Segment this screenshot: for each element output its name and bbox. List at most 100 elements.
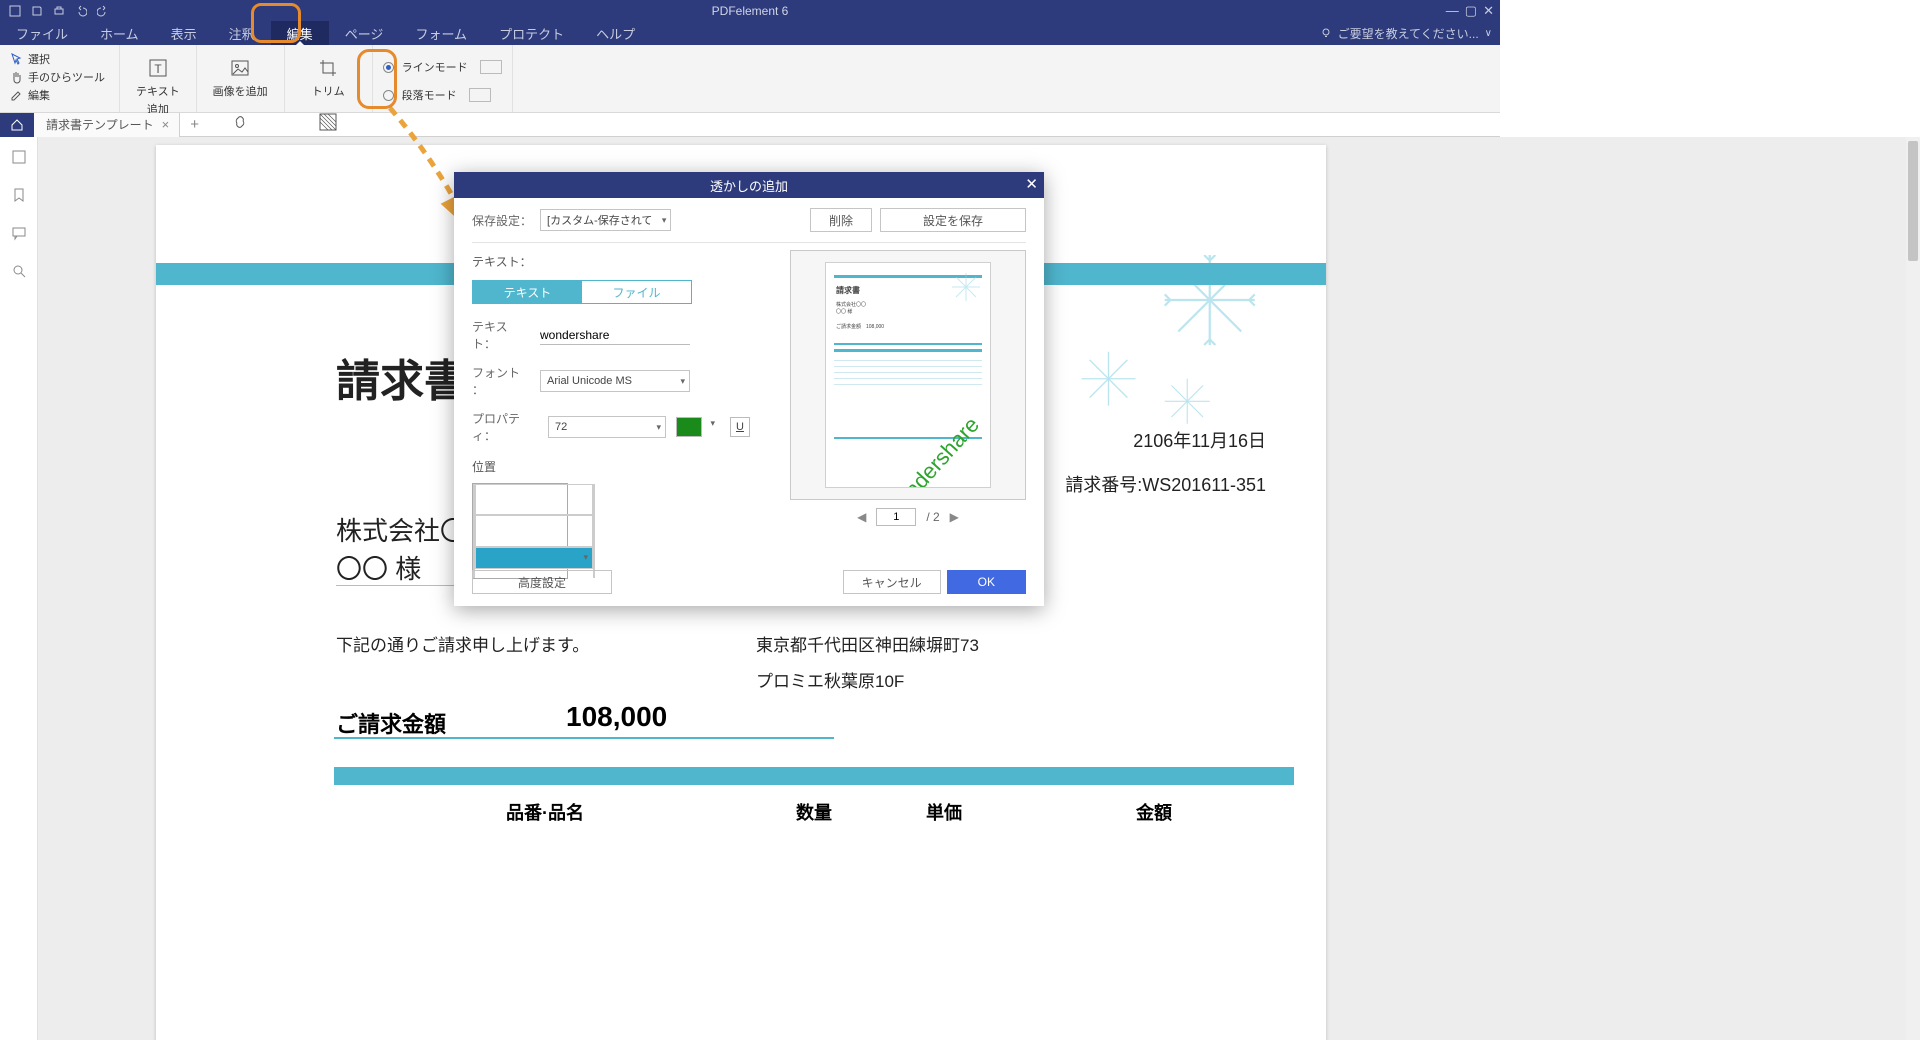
tab-file[interactable]: ファイル — [582, 281, 691, 303]
watermark-icon — [315, 109, 341, 135]
doc-address-1: 東京都千代田区神田練塀町73 — [756, 631, 979, 656]
quick-access — [0, 4, 118, 18]
underline-toggle[interactable]: U — [730, 417, 750, 437]
save-settings-button[interactable]: 設定を保存 — [880, 208, 1026, 232]
hand-icon — [10, 70, 24, 84]
th-qty: 数量 — [796, 799, 832, 825]
menu-page[interactable]: ページ — [329, 21, 400, 45]
doc-date: 2106年11月16日 — [1133, 427, 1266, 453]
dialog-titlebar: 透かしの追加 ✕ — [454, 172, 1044, 198]
tab-text[interactable]: テキスト — [473, 281, 582, 303]
save-settings-combo[interactable]: [カスタム-保存されて — [540, 209, 671, 231]
th-item: 品番·品名 — [506, 799, 584, 825]
feedback-link[interactable]: ご要望を教えてください... ∨ — [1320, 25, 1492, 42]
font-size-combo[interactable]: 72 — [548, 416, 666, 438]
tool-select[interactable]: 選択 — [10, 51, 109, 67]
tool-text-add[interactable]: T テキスト追加 — [130, 51, 186, 121]
edit-icon — [10, 88, 24, 102]
dialog-title: 透かしの追加 — [710, 176, 788, 195]
pos-tr[interactable] — [593, 484, 595, 515]
preview-snow-icon — [946, 269, 986, 305]
cancel-button[interactable]: キャンセル — [843, 570, 941, 594]
delete-button[interactable]: 削除 — [810, 208, 872, 232]
bulb-icon — [1320, 27, 1332, 39]
font-combo[interactable]: Arial Unicode MS — [540, 370, 690, 392]
svg-text:T: T — [154, 62, 162, 76]
property-label: プロパティ： — [472, 410, 538, 444]
pager: ◀ / 2 ▶ — [790, 508, 1026, 526]
menu-file[interactable]: ファイル — [0, 21, 84, 45]
menu-annotate[interactable]: 注釈 — [213, 21, 271, 45]
image-icon — [227, 55, 253, 81]
close-tab-icon[interactable]: × — [162, 117, 170, 132]
tool-image-add[interactable]: 画像を追加 — [207, 51, 274, 103]
scrollbar-thumb[interactable] — [1908, 141, 1918, 261]
ok-button[interactable]: OK — [947, 570, 1026, 594]
minimize-icon[interactable]: — — [1446, 3, 1459, 19]
radio-icon — [383, 90, 394, 101]
tool-edit[interactable]: 編集 — [10, 87, 109, 103]
color-swatch[interactable] — [676, 417, 702, 437]
undo-icon[interactable] — [74, 4, 88, 18]
text-icon: T — [145, 55, 171, 81]
scrollbar-vertical[interactable] — [1906, 137, 1920, 1040]
prev-page-icon[interactable]: ◀ — [857, 510, 866, 524]
save-icon[interactable] — [30, 4, 44, 18]
menu-edit[interactable]: 編集 — [271, 21, 329, 45]
tool-trim[interactable]: トリム — [295, 51, 362, 103]
bookmark-icon[interactable] — [11, 187, 27, 203]
app-icon — [8, 4, 22, 18]
next-page-icon[interactable]: ▶ — [950, 510, 959, 524]
menu-help[interactable]: ヘルプ — [580, 21, 651, 45]
font-label: フォント ： — [472, 364, 530, 398]
doc-table-bar — [334, 767, 1294, 785]
app-title: PDFelement 6 — [712, 4, 789, 18]
underline — [334, 737, 834, 739]
add-watermark-dialog: 透かしの追加 ✕ 保存設定： [カスタム-保存されて 削除 設定を保存 テキスト… — [454, 172, 1044, 606]
ribbon: 選択 手のひらツール 編集 T テキスト追加 画像を追加 リンク トリム 透かし… — [0, 45, 1500, 113]
position-grid[interactable] — [472, 483, 568, 579]
new-tab[interactable]: + — [180, 116, 209, 133]
home-tab[interactable] — [0, 113, 34, 137]
preview-watermark: wondershare — [880, 412, 984, 488]
window-controls: — ▢ ✕ — [1446, 3, 1494, 19]
menu-protect[interactable]: プロテクト — [483, 21, 580, 45]
pos-bc[interactable] — [475, 547, 593, 569]
chevron-down-icon[interactable]: ∨ — [1485, 28, 1492, 39]
mode-paragraph[interactable]: 段落モード — [383, 87, 502, 103]
search-panel-icon[interactable] — [11, 263, 27, 279]
redo-icon[interactable] — [96, 4, 110, 18]
position-label: 位置 — [472, 458, 762, 475]
th-price: 単価 — [926, 799, 962, 825]
menu-home[interactable]: ホーム — [84, 21, 155, 45]
preview-page: 請求書 株式会社〇〇 〇〇 様 ご請求金額 108,000 — [825, 262, 991, 488]
doc-title: 請求書 — [336, 345, 468, 409]
pos-tc[interactable] — [475, 484, 593, 515]
print-icon[interactable] — [52, 4, 66, 18]
sidebar — [0, 137, 38, 1040]
radio-icon — [383, 62, 394, 73]
menu-view[interactable]: 表示 — [155, 21, 213, 45]
thumbnail-icon[interactable] — [11, 149, 27, 165]
doc-note: 下記の通りご請求申し上げます。 — [336, 631, 589, 656]
menubar: ファイル ホーム 表示 注釈 編集 ページ フォーム プロテクト ヘルプ ご要望… — [0, 21, 1500, 45]
doc-number: 請求番号:WS201611-351 — [1065, 471, 1266, 497]
dialog-close-icon[interactable]: ✕ — [1025, 175, 1038, 193]
menu-form[interactable]: フォーム — [399, 21, 483, 45]
close-icon[interactable]: ✕ — [1483, 3, 1494, 19]
comment-panel-icon[interactable] — [11, 225, 27, 241]
pos-mc[interactable] — [475, 515, 593, 546]
crop-icon — [315, 55, 341, 81]
watermark-text-input[interactable] — [540, 326, 690, 345]
page-total: / 2 — [926, 510, 939, 524]
page-input[interactable] — [876, 508, 916, 526]
section-text-label: テキスト： — [472, 253, 762, 270]
mode-line[interactable]: ラインモード — [383, 59, 502, 75]
maximize-icon[interactable]: ▢ — [1465, 3, 1477, 19]
tool-hand[interactable]: 手のひらツール — [10, 69, 109, 85]
text-label: テキスト： — [472, 318, 530, 352]
doc-recipient: 〇〇 様 — [336, 549, 421, 586]
document-tab[interactable]: 請求書テンプレート × — [34, 113, 180, 137]
pos-mr[interactable] — [593, 515, 595, 546]
advanced-button[interactable]: 高度設定 — [472, 570, 612, 594]
